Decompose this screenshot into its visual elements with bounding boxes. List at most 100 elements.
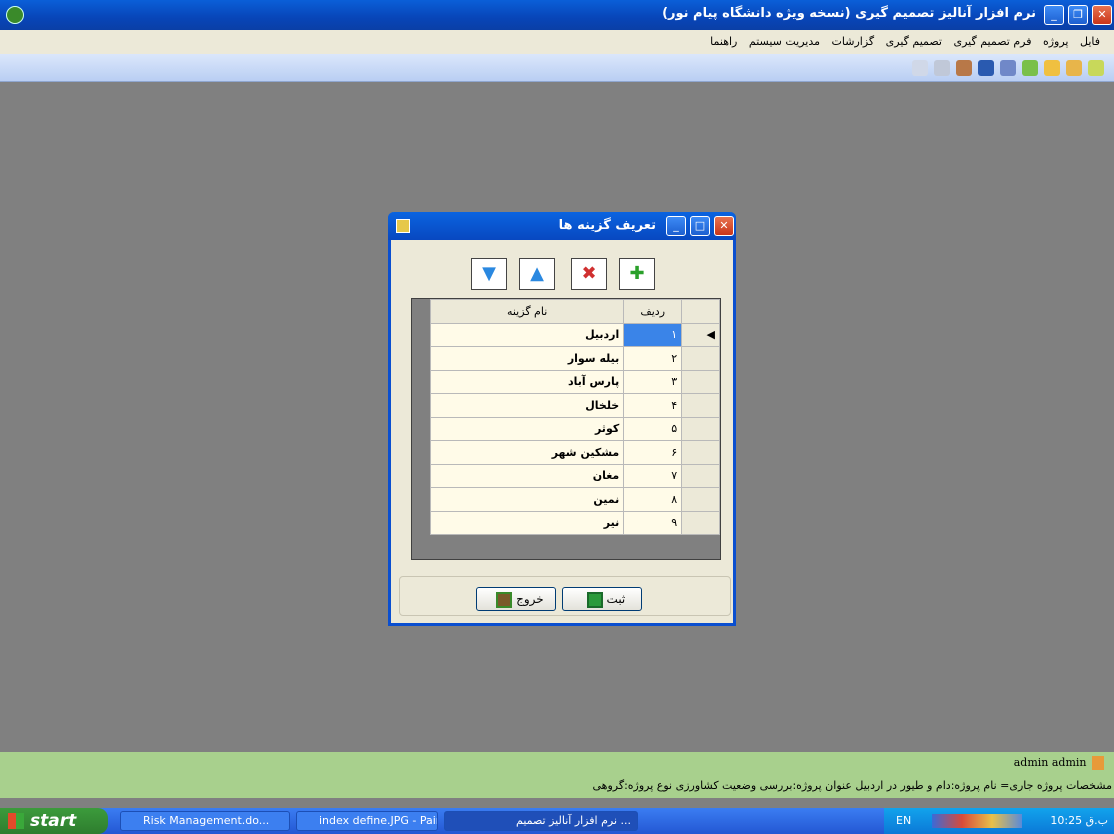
clock: 10:25 ب.ق (1050, 814, 1108, 827)
language-indicator[interactable]: EN (896, 808, 911, 834)
dialog-icon (396, 219, 410, 233)
move-up-button[interactable]: ▲ (519, 258, 555, 290)
app-icon (6, 6, 24, 24)
system-tray: EN 10:25 ب.ق (884, 808, 1114, 834)
dialog-maximize-icon[interactable]: □ (690, 216, 710, 236)
toolbar (0, 54, 1114, 82)
row-number-cell[interactable]: ۳ (623, 369, 683, 394)
settings-icon[interactable] (912, 60, 928, 76)
menu-item-decision[interactable]: تصمیم گیری (886, 35, 942, 48)
row-selector[interactable]: ◀ (681, 322, 720, 347)
menu-item-reports[interactable]: گزارشات (832, 35, 875, 48)
start-label: start (30, 811, 77, 831)
tools-icon[interactable] (934, 60, 950, 76)
menu-item-decision-form[interactable]: فرم تصمیم گیری (953, 35, 1031, 48)
user-name: admin admin (1013, 756, 1087, 769)
menu-item-file[interactable]: فایل (1080, 35, 1100, 48)
row-selector[interactable] (681, 440, 720, 465)
dialog-title: تعریف گزینه ها (558, 218, 656, 233)
row-selector[interactable] (681, 393, 720, 418)
users-icon[interactable] (956, 60, 972, 76)
save-button[interactable]: ثبت (562, 587, 642, 611)
table-row[interactable]: ۷ مغان (429, 463, 720, 488)
row-number-cell[interactable]: ۵ (623, 416, 683, 441)
column-header-row-number[interactable]: ردیف (623, 299, 683, 324)
row-number-cell[interactable]: ۷ (623, 463, 683, 488)
start-button[interactable]: start (0, 808, 108, 834)
name-cell[interactable]: کوثر (429, 416, 625, 441)
taskbar-item-paint[interactable]: index define.JPG - Paint (296, 811, 438, 831)
table-row[interactable]: ۵ کوثر (429, 416, 720, 441)
table-row[interactable]: ◀ ۱ اردبیل (429, 322, 720, 347)
row-selector[interactable] (681, 463, 720, 488)
table-row[interactable]: ۲ بیله سوار (429, 346, 720, 371)
row-selector[interactable] (681, 487, 720, 512)
name-cell[interactable]: خلخال (429, 393, 625, 418)
user-status-bar: admin admin (0, 752, 1114, 774)
row-number-cell[interactable]: ۲ (623, 346, 683, 371)
add-button[interactable]: ✚ (619, 258, 655, 290)
table-row[interactable]: ۴ خلخال (429, 393, 720, 418)
alternatives-grid: ردیف نام گزینه ◀ ۱ اردبیل ۲ بیله سوار ۳ … (411, 298, 721, 560)
table-row[interactable]: ۹ نیر (429, 510, 720, 535)
row-number-cell[interactable]: ۸ (623, 487, 683, 512)
floppy-disk-icon (586, 591, 603, 608)
row-number-cell[interactable]: ۶ (623, 440, 683, 465)
delete-button[interactable]: ✖ (571, 258, 607, 290)
column-header-name[interactable]: نام گزینه (429, 299, 625, 324)
menu-bar: فایل پروژه فرم تصمیم گیری تصمیم گیری گزا… (0, 30, 1114, 54)
info-icon[interactable] (978, 60, 994, 76)
chart-icon[interactable] (1000, 60, 1016, 76)
menu-item-system-admin[interactable]: مدیریت سیستم (749, 35, 820, 48)
name-cell[interactable]: بیله سوار (429, 346, 625, 371)
minimize-icon[interactable]: _ (1044, 5, 1064, 25)
grid-header-row: ردیف نام گزینه (429, 299, 720, 324)
name-cell[interactable]: اردبیل (429, 322, 625, 347)
menu-item-help[interactable]: راهنما (710, 35, 737, 48)
main-title-bar: نرم افزار آنالیز تصمیم گیری (نسخه ویژه د… (0, 0, 1114, 30)
edit-icon[interactable] (1022, 60, 1038, 76)
dialog-title-bar: تعریف گزینه ها ✕ □ _ (388, 212, 736, 240)
close-icon[interactable]: ✕ (1092, 5, 1112, 25)
taskbar-item-decision-app[interactable]: ... نرم افزار آنالیز تصمیم (444, 811, 638, 831)
name-cell[interactable]: پارس آباد (429, 369, 625, 394)
move-down-button[interactable]: ▼ (471, 258, 507, 290)
new-icon[interactable] (1088, 60, 1104, 76)
alternatives-icon[interactable] (1044, 60, 1060, 76)
row-selector-header (681, 299, 720, 324)
taskbar-item-label: ... نرم افزار آنالیز تصمیم (516, 814, 631, 827)
define-alternatives-dialog: تعریف گزینه ها ✕ □ _ ✚ ✖ ▲ ▼ ردیف نام گز… (388, 212, 736, 626)
user-icon (1092, 756, 1104, 770)
taskbar-item-label: index define.JPG - Paint (319, 814, 438, 827)
project-info: مشخصات پروژه جاری= نام پروژه:دام و طیور … (592, 779, 1113, 792)
restore-icon[interactable]: ❐ (1068, 5, 1088, 25)
exit-button-label: خروج (516, 592, 544, 606)
exit-door-icon (496, 591, 513, 608)
row-number-cell[interactable]: ۹ (623, 510, 683, 535)
save-button-label: ثبت (606, 592, 626, 606)
table-row[interactable]: ۶ مشکین شهر (429, 440, 720, 465)
row-number-cell[interactable]: ۱ (623, 322, 683, 347)
window-title: نرم افزار آنالیز تصمیم گیری (نسخه ویژه د… (662, 6, 1036, 21)
menu-item-project[interactable]: پروژه (1043, 35, 1069, 48)
row-selector[interactable] (681, 510, 720, 535)
taskbar: start Risk Management.do... index define… (0, 808, 1114, 834)
taskbar-item-label: Risk Management.do... (143, 814, 270, 827)
row-selector[interactable] (681, 416, 720, 441)
project-status-bar: مشخصات پروژه جاری= نام پروژه:دام و طیور … (0, 774, 1114, 798)
dialog-close-icon[interactable]: ✕ (714, 216, 734, 236)
table-row[interactable]: ۸ نمین (429, 487, 720, 512)
row-number-cell[interactable]: ۴ (623, 393, 683, 418)
row-selector[interactable] (681, 369, 720, 394)
exit-button[interactable]: خروج (476, 587, 556, 611)
name-cell[interactable]: نمین (429, 487, 625, 512)
dialog-minimize-icon[interactable]: _ (666, 216, 686, 236)
tray-icons (932, 814, 1022, 828)
open-folder-icon[interactable] (1066, 60, 1082, 76)
name-cell[interactable]: مغان (429, 463, 625, 488)
name-cell[interactable]: مشکین شهر (429, 440, 625, 465)
taskbar-item-risk-management[interactable]: Risk Management.do... (120, 811, 290, 831)
table-row[interactable]: ۳ پارس آباد (429, 369, 720, 394)
name-cell[interactable]: نیر (429, 510, 625, 535)
row-selector[interactable] (681, 346, 720, 371)
